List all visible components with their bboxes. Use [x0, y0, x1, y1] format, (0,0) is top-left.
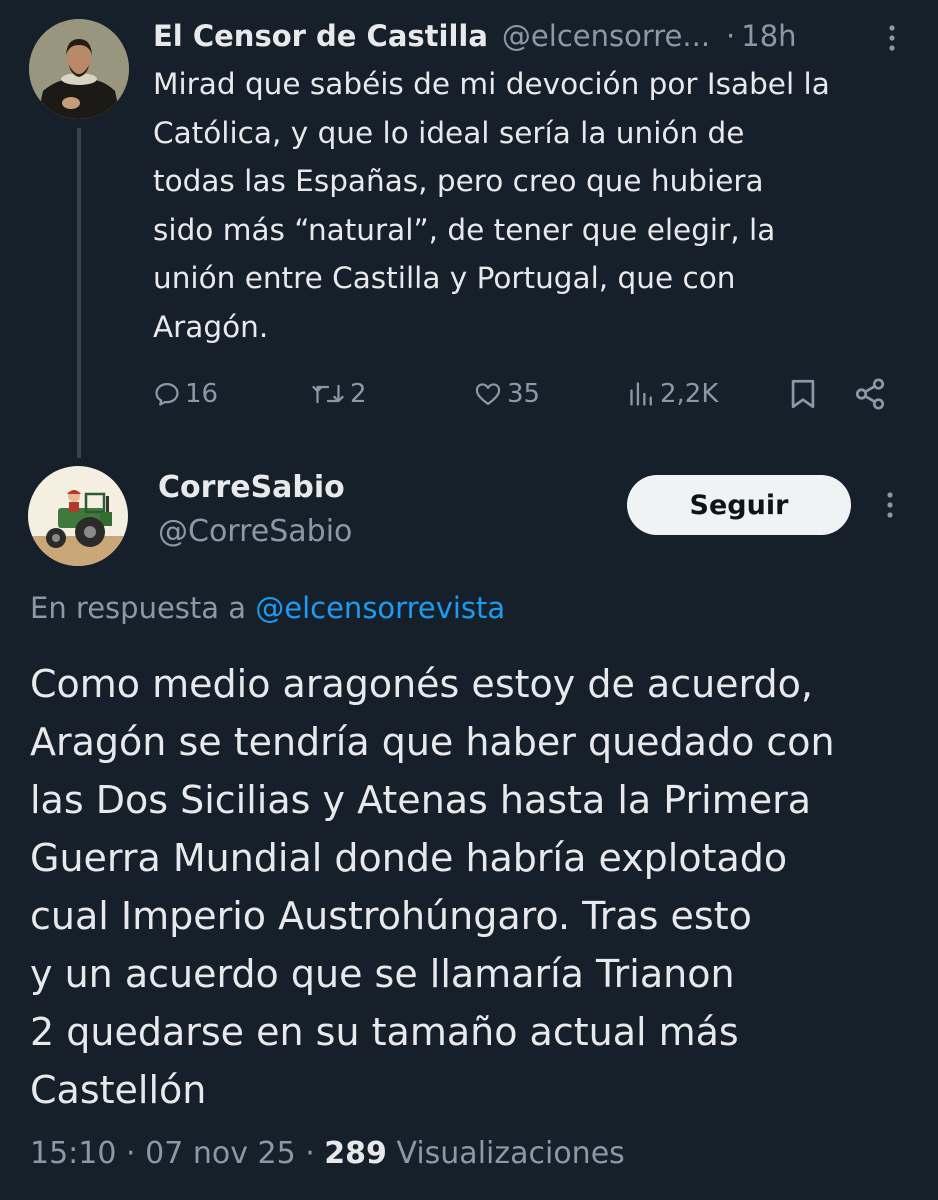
retweet-count: 2 — [350, 379, 367, 409]
meta-separator: · — [305, 1136, 315, 1171]
heart-icon — [475, 383, 501, 406]
tractor-avatar-icon — [28, 466, 128, 566]
parent-author-avatar[interactable] — [29, 19, 129, 119]
reply-views-label: Visualizaciones — [396, 1136, 625, 1171]
share-button[interactable] — [853, 372, 887, 416]
follow-button[interactable]: Seguir — [627, 475, 851, 535]
replying-to-label: En respuesta a — [30, 591, 247, 625]
like-button[interactable]: 35 — [473, 372, 540, 416]
views-chart-icon — [630, 382, 652, 406]
reply-tweet-text: Como medio aragonés estoy de acuerdo, Ar… — [30, 662, 835, 1112]
meta-separator: · — [126, 1136, 136, 1171]
reply-tweet-meta: 15:10 · 07 nov 25 · 289 Visualizaciones — [30, 1136, 625, 1171]
reply-author-avatar[interactable] — [28, 466, 128, 566]
parent-author-handle[interactable]: @elcensorre... — [502, 19, 710, 53]
more-vertical-icon — [889, 25, 895, 51]
parent-more-options-button[interactable] — [877, 23, 907, 53]
reply-tweet-time[interactable]: 15:10 — [30, 1136, 116, 1171]
bookmark-button[interactable] — [786, 372, 820, 416]
views-count: 2,2K — [660, 379, 719, 409]
parent-author-name[interactable]: El Censor de Castilla — [153, 19, 488, 53]
reply-views-count: 289 — [324, 1136, 387, 1171]
reply-author-name[interactable]: CorreSabio — [158, 470, 345, 505]
retweet-icon — [312, 384, 344, 404]
retweet-button[interactable]: 2 — [310, 372, 367, 416]
reply-count: 16 — [185, 379, 219, 409]
header-separator: · — [726, 19, 736, 53]
reply-button[interactable]: 16 — [153, 372, 218, 416]
parent-tweet-header: El Censor de Castilla @elcensorre... · 1… — [153, 14, 893, 58]
replying-to-line: En respuesta a @elcensorrevista — [30, 591, 505, 625]
bookmark-icon — [791, 379, 815, 409]
thread-connector-line — [77, 128, 81, 458]
replying-to-mention[interactable]: @elcensorrevista — [255, 591, 505, 625]
share-icon — [855, 378, 885, 410]
parent-tweet-text: Mirad que sabéis de mi devoción por Isab… — [153, 67, 830, 344]
more-vertical-icon — [887, 492, 893, 518]
reply-tweet-date[interactable]: 07 nov 25 — [145, 1136, 296, 1171]
reply-icon — [155, 382, 179, 406]
views-button[interactable]: 2,2K — [628, 372, 718, 416]
reply-author-handle[interactable]: @CorreSabio — [158, 514, 352, 549]
parent-tweet-time[interactable]: 18h — [741, 19, 796, 53]
like-count: 35 — [507, 379, 541, 409]
reply-more-options-button[interactable] — [875, 490, 905, 520]
portrait-painting-avatar-icon — [29, 19, 129, 119]
